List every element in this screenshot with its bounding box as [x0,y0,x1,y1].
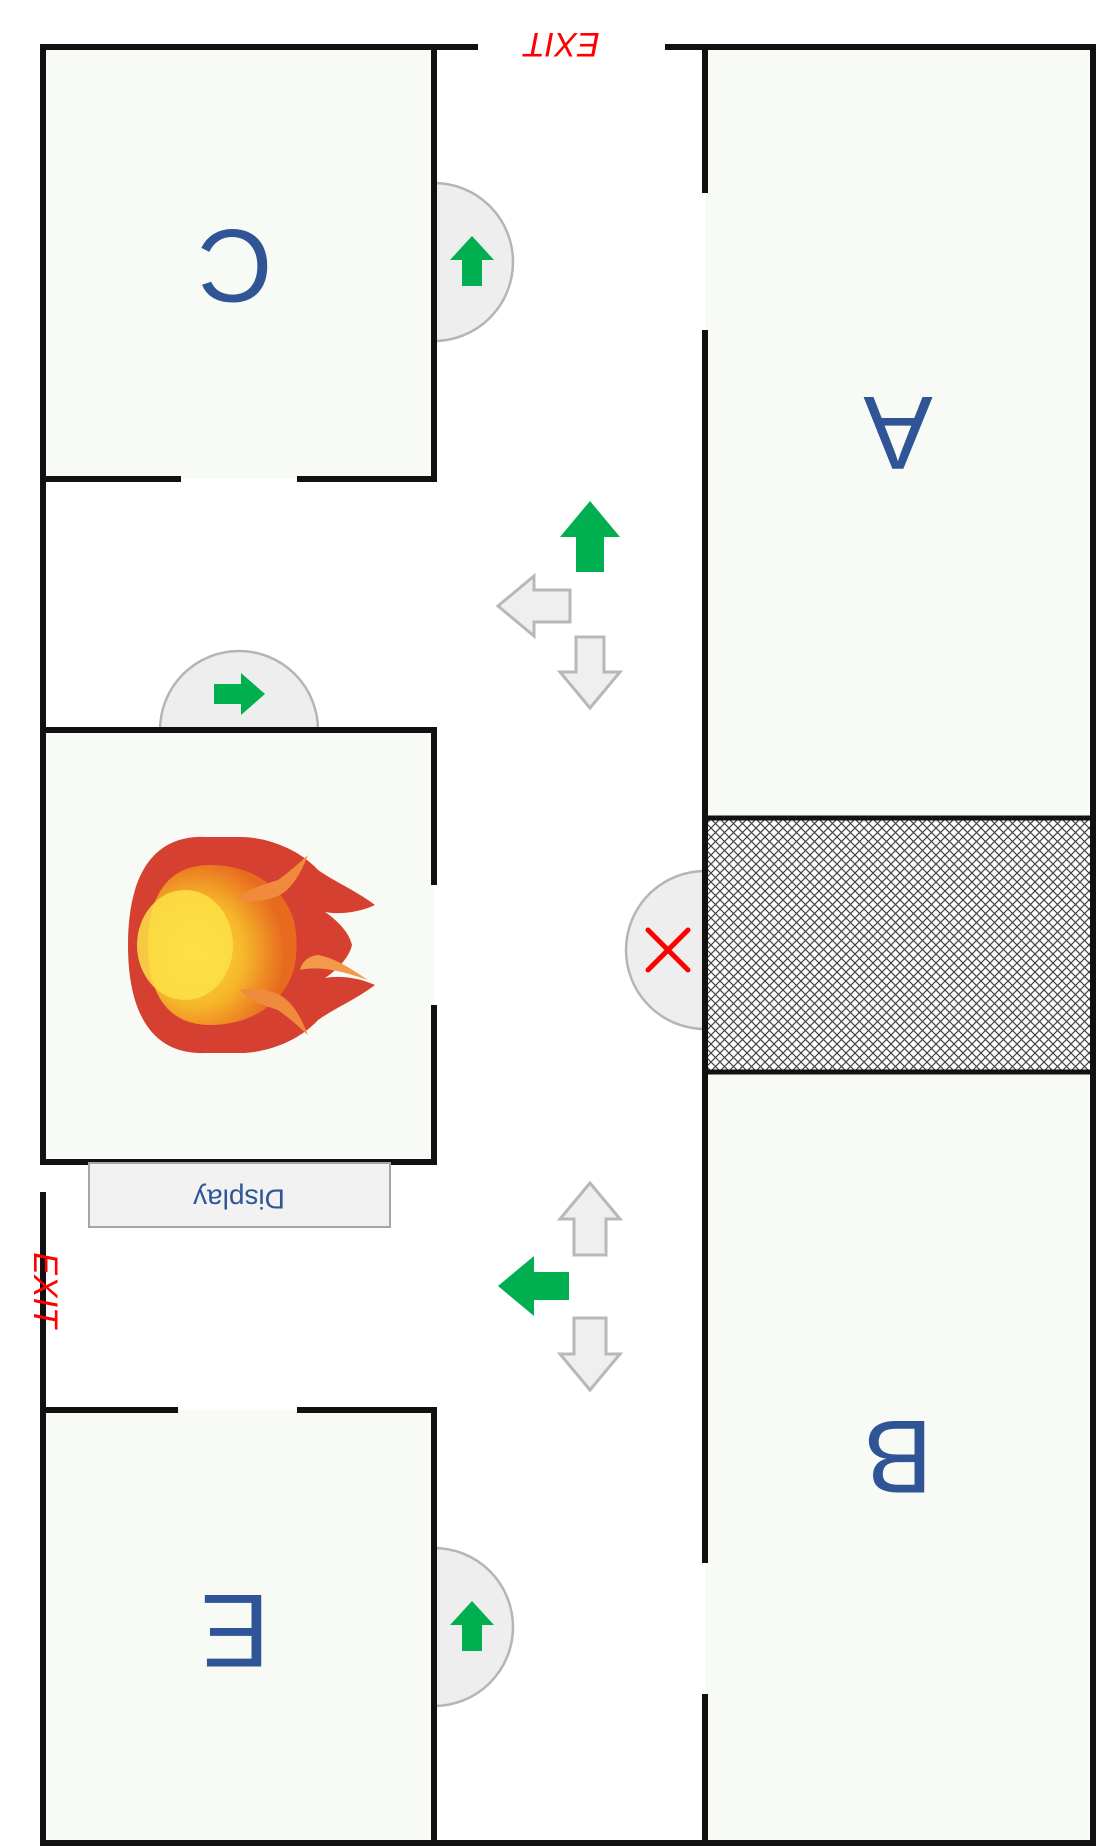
room-label-b: B [863,1398,932,1514]
room-label-c: C [197,207,272,323]
green-arrow-icon [498,1256,569,1316]
grey-arrow-icon [556,1316,624,1393]
grey-arrow-icon [556,1180,624,1257]
exit-label-top: EXIT [522,25,600,63]
hatched-obstruction [702,815,1096,1075]
grey-arrow-icon [495,572,572,640]
room-label-e: E [200,1572,269,1688]
grey-arrow-icon [556,635,624,711]
display-label: Display [193,1184,285,1215]
exit-label-left: EXIT [26,1252,64,1330]
green-arrow-icon [560,501,620,572]
evacuation-floor-plan: C E A B EXIT EXIT Display [26,25,1096,1846]
room-label-a: A [863,374,933,490]
